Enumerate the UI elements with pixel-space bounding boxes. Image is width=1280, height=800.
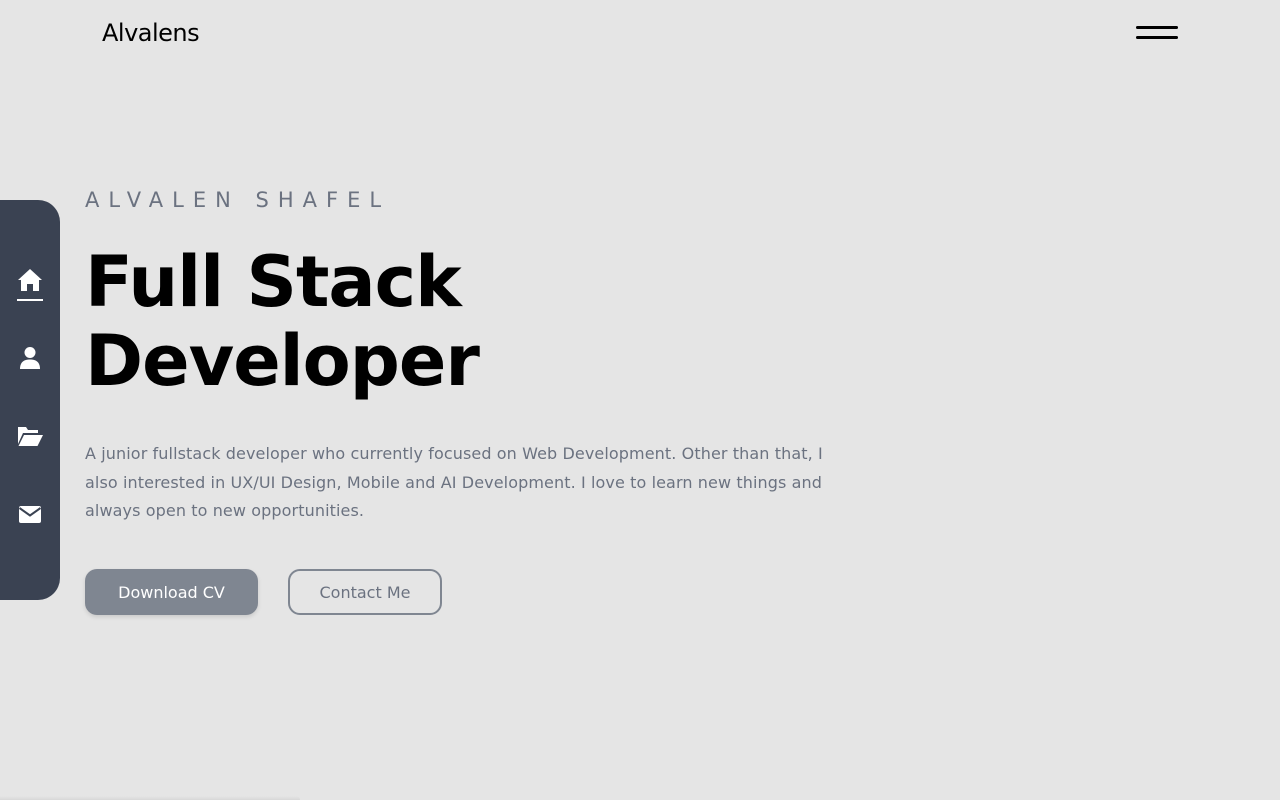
hero-title: Full Stack Developer (85, 241, 480, 402)
sidebar-item-about[interactable] (14, 340, 46, 376)
hero-title-line-2: Developer (85, 320, 480, 402)
home-icon (17, 268, 43, 292)
download-cv-button[interactable]: Download CV (85, 569, 258, 615)
bottom-edge-shadow (0, 796, 300, 800)
menu-bar-top (1136, 26, 1178, 29)
menu-bar-bottom (1136, 36, 1178, 39)
hero-title-line-1: Full Stack (85, 241, 462, 323)
hero-subtitle: ALVALEN SHAFEL (85, 188, 391, 212)
brand-logo[interactable]: Alvalens (102, 16, 200, 50)
sidebar-item-home[interactable] (14, 262, 46, 301)
hamburger-menu-icon[interactable] (1134, 24, 1180, 44)
sidebar-item-contact[interactable] (14, 496, 46, 532)
sidebar-item-projects[interactable] (14, 418, 46, 454)
folder-open-icon (16, 425, 44, 447)
sidebar-nav (0, 200, 60, 600)
hero-description: A junior fullstack developer who current… (85, 444, 823, 520)
envelope-icon (18, 505, 42, 524)
contact-me-button[interactable]: Contact Me (288, 569, 442, 615)
user-icon (19, 346, 41, 370)
